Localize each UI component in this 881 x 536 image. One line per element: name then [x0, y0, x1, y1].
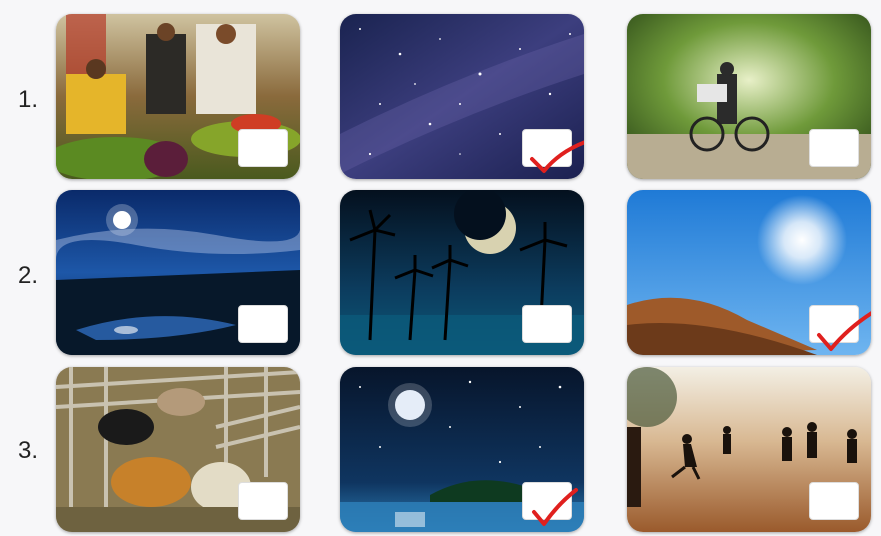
image-card-cattle-pen[interactable]: [56, 367, 300, 532]
answer-checkbox[interactable]: [238, 129, 288, 167]
answer-checkbox[interactable]: [522, 482, 572, 520]
answer-checkbox[interactable]: [238, 305, 288, 343]
image-card-moonlit-river[interactable]: [56, 190, 300, 355]
image-card-market[interactable]: [56, 14, 300, 179]
row-label-1: 1.: [18, 86, 39, 113]
answer-checkbox[interactable]: [809, 129, 859, 167]
image-card-starry-sky[interactable]: [340, 14, 584, 179]
image-card-full-moon-island[interactable]: [340, 367, 584, 532]
answer-checkbox[interactable]: [522, 305, 572, 343]
row-label-2: 2.: [18, 262, 39, 289]
answer-checkbox[interactable]: [522, 129, 572, 167]
row-label-3: 3.: [18, 437, 39, 464]
answer-checkbox[interactable]: [809, 482, 859, 520]
image-card-bright-sun[interactable]: [627, 190, 871, 355]
image-card-cyclist[interactable]: [627, 14, 871, 179]
image-card-football-dusk[interactable]: [627, 367, 871, 532]
answer-checkbox[interactable]: [809, 305, 859, 343]
image-card-crescent-moon[interactable]: [340, 190, 584, 355]
answer-checkbox[interactable]: [238, 482, 288, 520]
